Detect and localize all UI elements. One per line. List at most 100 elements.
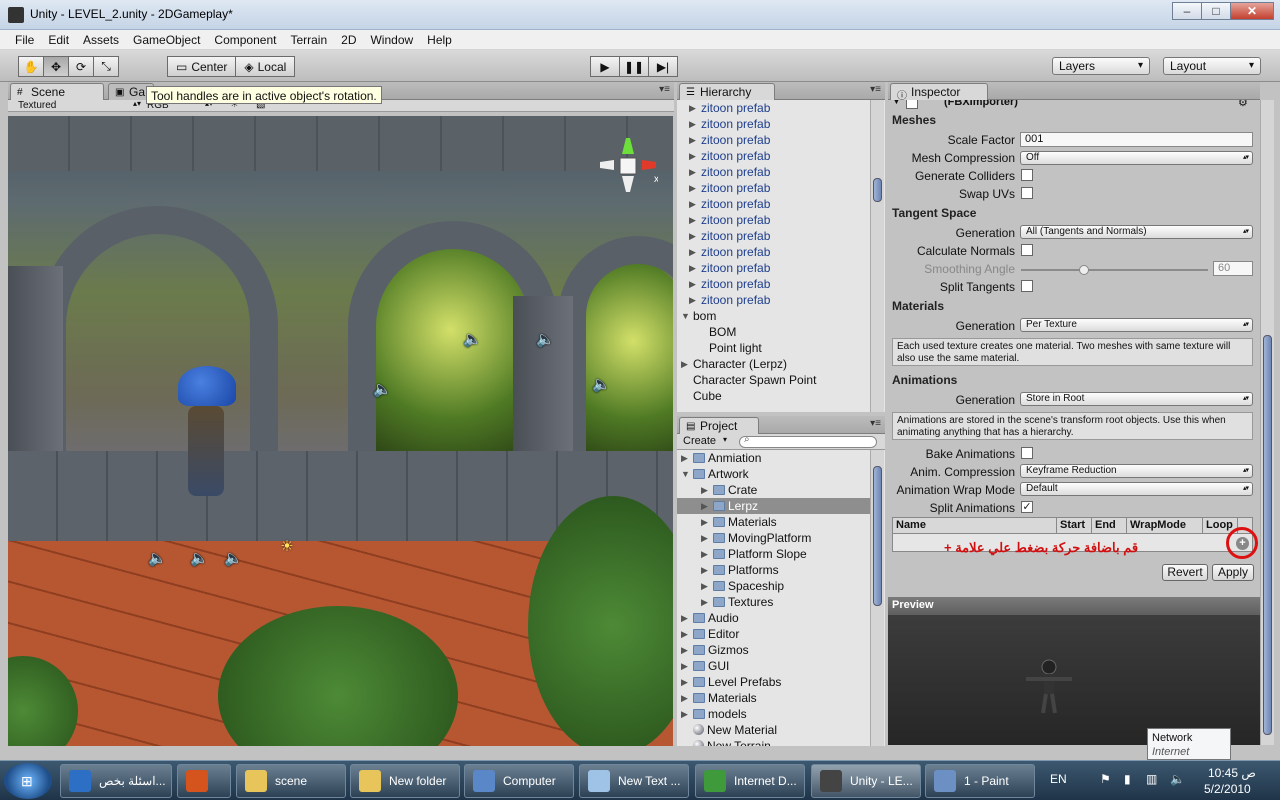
scene-character-lerpz-head[interactable] <box>178 366 236 406</box>
collapsed-arrow-icon[interactable]: ▶ <box>681 450 688 466</box>
scale-factor-field[interactable]: 001 <box>1020 132 1253 147</box>
hierarchy-scroll-thumb[interactable] <box>873 178 882 202</box>
collapsed-arrow-icon[interactable]: ▶ <box>681 674 688 690</box>
volume-icon[interactable]: 🔈 <box>1170 772 1185 786</box>
maximize-button[interactable]: □ <box>1201 2 1231 20</box>
project-search-input[interactable]: ⌕ <box>739 434 877 448</box>
hierarchy-item[interactable]: ▶ zitoon prefab <box>677 196 871 212</box>
collapsed-arrow-icon[interactable]: ▶ <box>701 498 708 514</box>
project-item[interactable]: ▶ Editor <box>677 626 871 642</box>
collapsed-arrow-icon[interactable]: ▶ <box>681 356 688 372</box>
menu-help[interactable]: Help <box>420 30 459 49</box>
hierarchy-item[interactable]: Cube <box>677 388 871 404</box>
expanded-arrow-icon[interactable]: ▼ <box>681 308 690 324</box>
hierarchy-item[interactable]: ▶ zitoon prefab <box>677 132 871 148</box>
collapsed-arrow-icon[interactable]: ▶ <box>681 706 688 722</box>
hierarchy-item[interactable]: Point light <box>677 340 871 356</box>
audio-source-icon[interactable]: 🔈 <box>148 550 167 568</box>
project-item[interactable]: ▶ Platform Slope <box>677 546 871 562</box>
anim-compression-select[interactable]: Keyframe Reduction <box>1020 464 1253 478</box>
project-panel-menu-icon[interactable]: ▾≡ <box>870 418 881 429</box>
project-item[interactable]: ▶ GUI <box>677 658 871 674</box>
taskbar-button[interactable]: Internet D... <box>695 764 805 798</box>
collapsed-arrow-icon[interactable]: ▶ <box>701 514 708 530</box>
hierarchy-item[interactable]: ▶ zitoon prefab <box>677 148 871 164</box>
render-mode-dropdown[interactable]: Textured <box>18 100 56 111</box>
menu-terrain[interactable]: Terrain <box>283 30 334 49</box>
minimize-button[interactable]: – <box>1172 2 1202 20</box>
collapsed-arrow-icon[interactable]: ▶ <box>689 116 696 132</box>
smoothing-angle-slider[interactable] <box>1021 269 1208 271</box>
scene-viewport[interactable]: 🔈 🔈 🔈 🔈 🔈 🔈 🔈 ☀ x <box>8 116 673 746</box>
point-light-icon[interactable]: ☀ <box>278 538 296 556</box>
project-item[interactable]: ▶ Spaceship <box>677 578 871 594</box>
project-item[interactable]: ▶ models <box>677 706 871 722</box>
taskbar-button[interactable]: اسئلة بخص... <box>60 764 172 798</box>
project-item[interactable]: ▶ MovingPlatform <box>677 530 871 546</box>
bake-animations-checkbox[interactable] <box>1021 447 1033 459</box>
close-button[interactable]: ✕ <box>1230 2 1274 20</box>
taskbar-button[interactable]: New Text ... <box>579 764 689 798</box>
tab-hierarchy[interactable]: ☰ Hierarchy <box>679 83 775 100</box>
menu-edit[interactable]: Edit <box>41 30 76 49</box>
project-item[interactable]: ▶ Textures <box>677 594 871 610</box>
menu-component[interactable]: Component <box>207 30 283 49</box>
collapsed-arrow-icon[interactable]: ▶ <box>689 244 696 260</box>
audio-source-icon[interactable]: 🔈 <box>224 550 243 568</box>
menu-gameobject[interactable]: GameObject <box>126 30 207 49</box>
project-item[interactable]: New Terrain <box>677 738 871 746</box>
taskbar-button[interactable]: Unity - LE... <box>811 764 921 798</box>
expanded-arrow-icon[interactable]: ▼ <box>681 466 690 482</box>
pivot-local-toggle[interactable]: ◈ Local <box>235 56 296 77</box>
calculate-normals-checkbox[interactable] <box>1021 244 1033 256</box>
project-item[interactable]: ▶ Lerpz <box>677 498 871 514</box>
play-button[interactable]: ▶ <box>590 56 620 77</box>
project-item[interactable]: ▶ Crate <box>677 482 871 498</box>
collapsed-arrow-icon[interactable]: ▶ <box>689 292 696 308</box>
clock-time[interactable]: 10:45 ص <box>1208 766 1256 780</box>
collapsed-arrow-icon[interactable]: ▶ <box>701 578 708 594</box>
audio-source-icon[interactable]: 🔈 <box>536 331 555 349</box>
menu-2d[interactable]: 2D <box>334 30 363 49</box>
collapsed-arrow-icon[interactable]: ▶ <box>701 546 708 562</box>
tab-project[interactable]: ▤ Project <box>679 417 759 434</box>
hierarchy-item[interactable]: ▶ zitoon prefab <box>677 100 871 116</box>
project-item[interactable]: ▼ Artwork <box>677 466 871 482</box>
swap-uvs-checkbox[interactable] <box>1021 187 1033 199</box>
collapsed-arrow-icon[interactable]: ▶ <box>681 642 688 658</box>
menu-assets[interactable]: Assets <box>76 30 126 49</box>
hierarchy-item[interactable]: ▶ Character (Lerpz) <box>677 356 871 372</box>
language-indicator[interactable]: EN <box>1050 772 1067 786</box>
clock-date[interactable]: 5/2/2010 <box>1204 782 1251 796</box>
project-item[interactable]: ▶ Gizmos <box>677 642 871 658</box>
collapsed-arrow-icon[interactable]: ▶ <box>689 276 696 292</box>
collapsed-arrow-icon[interactable]: ▶ <box>701 482 708 498</box>
rotate-tool-button[interactable]: ⟳ <box>68 56 94 77</box>
split-animations-checkbox[interactable]: ✓ <box>1021 501 1033 513</box>
menu-window[interactable]: Window <box>363 30 420 49</box>
layers-dropdown[interactable]: Layers <box>1052 57 1150 75</box>
collapsed-arrow-icon[interactable]: ▶ <box>681 610 688 626</box>
hierarchy-item[interactable]: ▶ zitoon prefab <box>677 164 871 180</box>
project-item[interactable]: ▶ Platforms <box>677 562 871 578</box>
component-enabled-checkbox[interactable] <box>906 100 918 109</box>
collapsed-arrow-icon[interactable]: ▶ <box>689 228 696 244</box>
collapsed-arrow-icon[interactable]: ▶ <box>689 180 696 196</box>
apply-button[interactable]: Apply <box>1212 564 1254 581</box>
network-icon[interactable]: ▥ <box>1146 772 1157 786</box>
smoothing-angle-field[interactable]: 60 <box>1213 261 1253 276</box>
mesh-compression-select[interactable]: Off <box>1020 151 1253 165</box>
collapsed-arrow-icon[interactable]: ▶ <box>689 212 696 228</box>
audio-source-icon[interactable]: 🔈 <box>190 550 209 568</box>
project-scroll-thumb[interactable] <box>873 466 882 606</box>
audio-source-icon[interactable]: 🔈 <box>592 376 611 394</box>
scale-tool-button[interactable]: ⤡ <box>93 56 119 77</box>
scene-panel-menu-icon[interactable]: ▾≡ <box>659 84 670 95</box>
tangent-generation-select[interactable]: All (Tangents and Normals) <box>1020 225 1253 239</box>
hierarchy-item[interactable]: ▶ zitoon prefab <box>677 116 871 132</box>
audio-source-icon[interactable]: 🔈 <box>463 331 482 349</box>
collapsed-arrow-icon[interactable]: ▶ <box>689 196 696 212</box>
menu-file[interactable]: File <box>8 30 41 49</box>
collapsed-arrow-icon[interactable]: ▶ <box>681 626 688 642</box>
component-gear-icon[interactable]: ⚙ <box>1238 100 1248 109</box>
